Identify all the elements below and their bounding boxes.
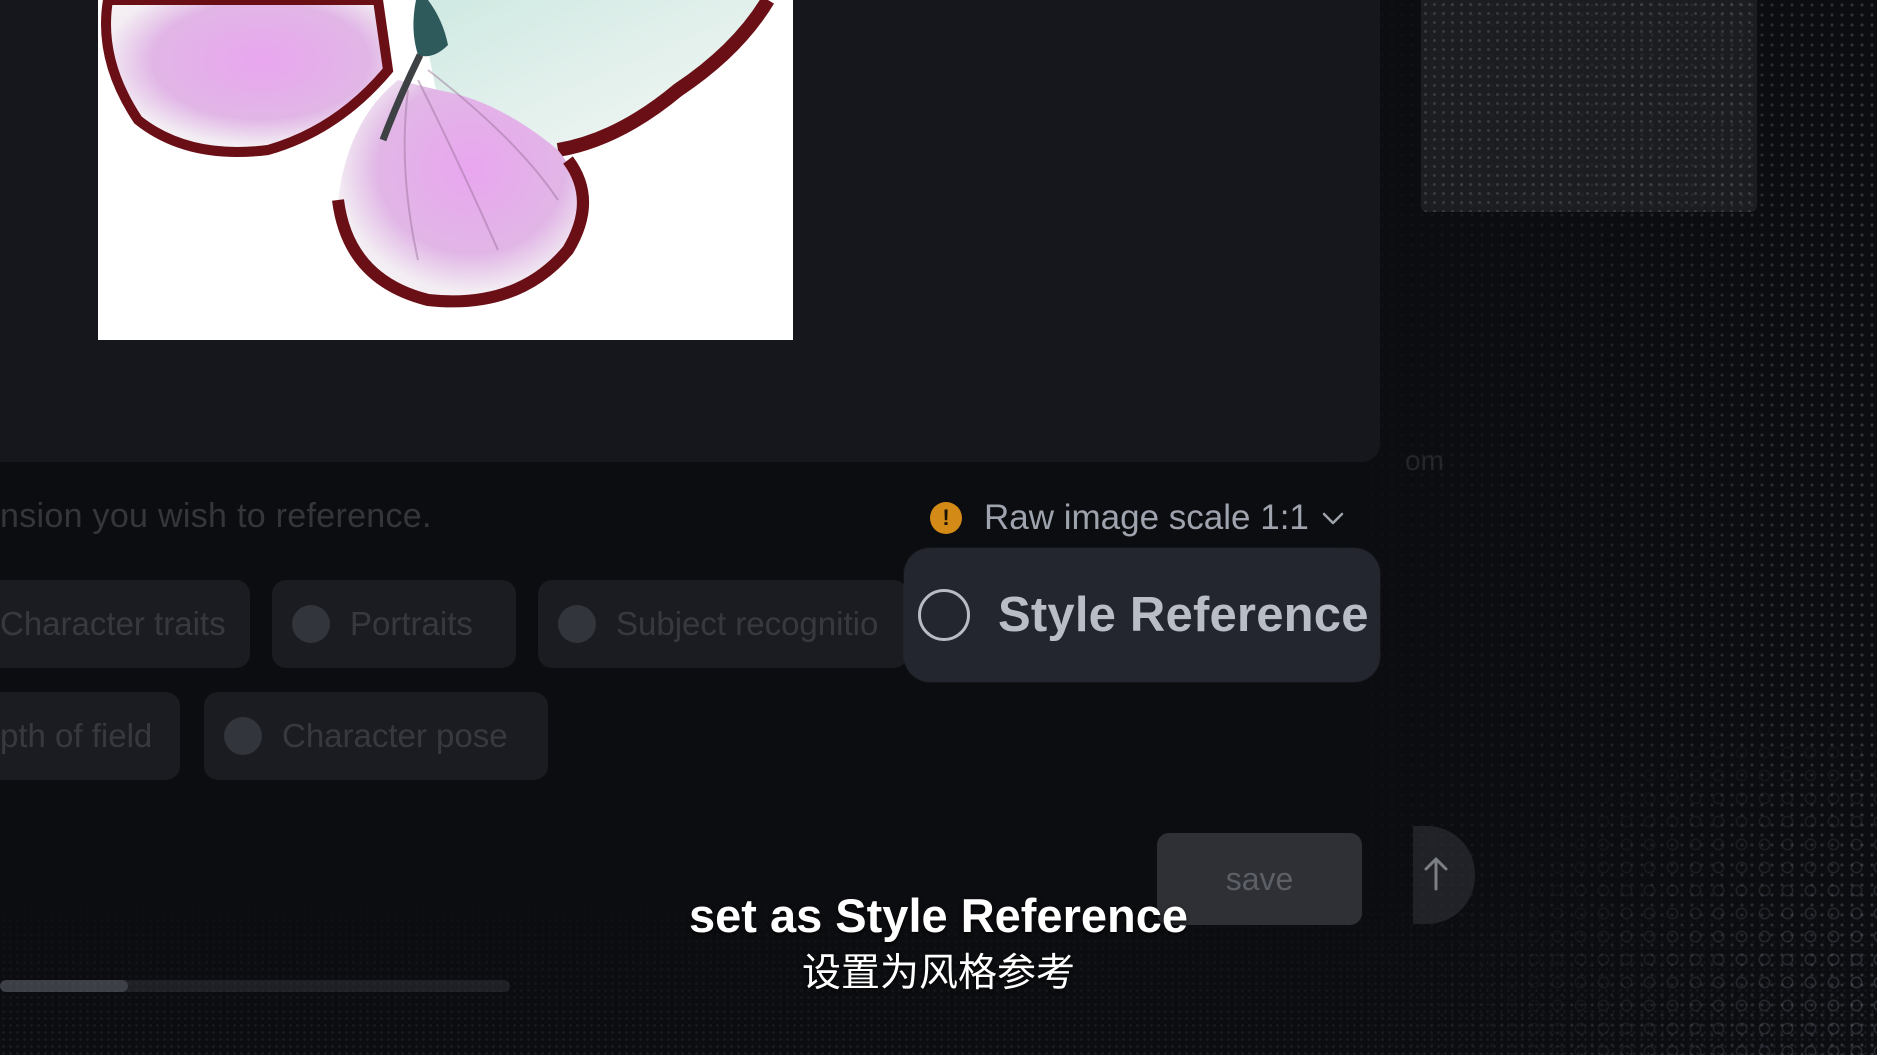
option-chip-portraits[interactable]: Portraits <box>272 580 516 668</box>
raw-image-scale-dropdown[interactable]: ! Raw image scale 1:1 <box>930 498 1347 538</box>
secondary-thumbnail[interactable] <box>1421 0 1757 212</box>
radio-unchecked-icon[interactable] <box>918 589 970 641</box>
video-frame: om nsion you wish to reference. ! Raw im… <box>0 0 1877 1055</box>
instruction-text: nsion you wish to reference. <box>0 497 432 535</box>
option-chip-depth-of-field[interactable]: pth of field <box>0 692 180 780</box>
butterfly-reference-image[interactable] <box>98 0 793 340</box>
option-chip-character-pose[interactable]: Character pose <box>204 692 548 780</box>
radio-icon <box>224 717 262 755</box>
option-chip-character-traits[interactable]: Character traits <box>0 580 250 668</box>
chip-label: pth of field <box>0 717 153 754</box>
reference-image-panel <box>0 0 1380 462</box>
radio-icon <box>292 605 330 643</box>
option-chip-style-reference[interactable]: Style Reference <box>904 548 1380 682</box>
chip-label: Character pose <box>282 717 508 754</box>
butterfly-illustration <box>101 0 775 308</box>
faded-hint-text: om <box>1405 445 1444 476</box>
subtitle-english: set as Style Reference <box>688 889 1188 942</box>
option-chip-subject-recognition[interactable]: Subject recognitio <box>538 580 908 668</box>
subtitle-chinese: 设置为风格参考 <box>801 952 1075 995</box>
style-reference-label: Style Reference <box>998 588 1369 642</box>
scale-label: Raw image scale 1:1 <box>984 498 1309 537</box>
radio-icon <box>558 605 596 643</box>
warning-icon: ! <box>930 502 962 534</box>
chip-label: Subject recognitio <box>616 605 879 642</box>
chevron-down-icon <box>1319 504 1347 532</box>
chip-label: Portraits <box>350 605 473 642</box>
chip-label: Character traits <box>0 605 226 642</box>
